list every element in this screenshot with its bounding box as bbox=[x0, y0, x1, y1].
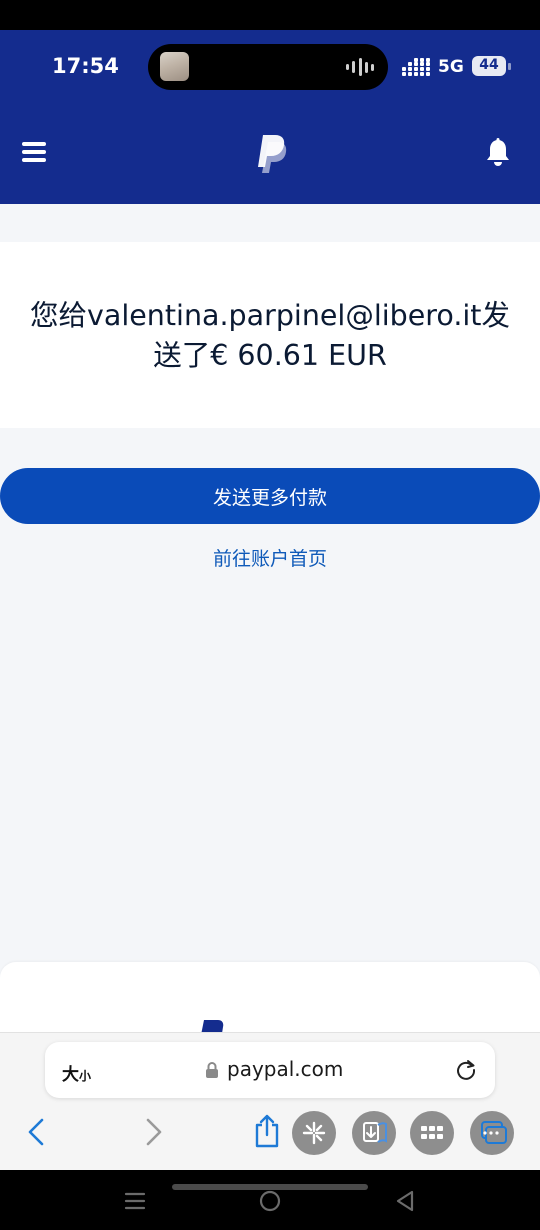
address-bar[interactable]: 大小 paypal.com bbox=[45, 1042, 495, 1098]
text-size-label-big: 大 bbox=[62, 1065, 79, 1085]
menu-icon[interactable] bbox=[22, 142, 48, 164]
paypal-logo-icon[interactable] bbox=[253, 133, 289, 175]
back-triangle-icon[interactable] bbox=[392, 1188, 418, 1214]
bottom-sheet bbox=[0, 962, 540, 1032]
confirmation-card: 您给valentina.parpinel@libero.it发送了€ 60.61… bbox=[0, 242, 540, 428]
text-size-button[interactable]: 大小 bbox=[62, 1060, 91, 1085]
url-text: paypal.com bbox=[227, 1057, 344, 1081]
reload-icon[interactable] bbox=[455, 1059, 477, 1081]
back-icon[interactable] bbox=[24, 1117, 48, 1147]
apps-grid-icon[interactable] bbox=[410, 1111, 454, 1155]
ai-sparkle-icon[interactable] bbox=[292, 1111, 336, 1155]
status-time: 17:54 bbox=[52, 54, 119, 78]
app-header: 17:54 5G 44 bbox=[0, 30, 540, 204]
recents-icon[interactable] bbox=[122, 1188, 148, 1214]
page-content: 您给valentina.parpinel@libero.it发送了€ 60.61… bbox=[0, 204, 540, 1032]
network-label: 5G bbox=[438, 57, 464, 77]
dynamic-island[interactable] bbox=[148, 44, 388, 90]
go-to-account-home-link[interactable]: 前往账户首页 bbox=[0, 544, 540, 571]
audio-wave-icon bbox=[346, 57, 374, 77]
battery-icon: 44 bbox=[472, 56, 506, 76]
home-icon[interactable] bbox=[257, 1188, 283, 1214]
payment-confirmation-message: 您给valentina.parpinel@libero.it发送了€ 60.61… bbox=[30, 299, 510, 372]
battery-level: 44 bbox=[479, 57, 499, 73]
send-more-payment-button[interactable]: 发送更多付款 bbox=[0, 468, 540, 524]
signal-icon bbox=[402, 58, 430, 76]
text-size-label-small: 小 bbox=[79, 1069, 92, 1083]
now-playing-thumbnail-icon bbox=[160, 52, 189, 81]
tabs-icon[interactable] bbox=[470, 1111, 514, 1155]
screen-top-border bbox=[0, 0, 540, 30]
notification-bell-icon[interactable] bbox=[484, 138, 512, 168]
system-navigation-bar bbox=[0, 1170, 540, 1230]
lock-icon bbox=[206, 1062, 218, 1078]
battery-tip bbox=[508, 63, 511, 70]
paypal-wordmark-logo bbox=[201, 1020, 224, 1032]
browser-chrome: 大小 paypal.com bbox=[0, 1032, 540, 1170]
forward-icon[interactable] bbox=[142, 1117, 166, 1147]
bookmarks-icon[interactable] bbox=[352, 1111, 396, 1155]
share-icon[interactable] bbox=[252, 1113, 282, 1149]
